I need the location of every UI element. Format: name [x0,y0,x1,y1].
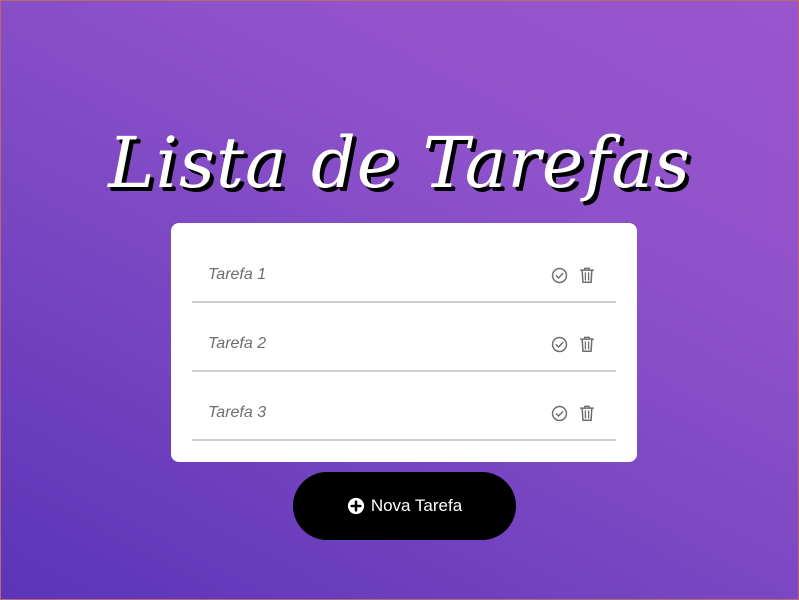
task-item: Tarefa 1 [192,235,616,303]
task-list-card: Tarefa 1 Tarefa 2 Tarefa 3 [171,223,637,462]
task-actions [550,266,596,284]
new-task-label: Nova Tarefa [370,496,463,515]
task-label: Tarefa 3 [208,404,267,421]
task-actions [550,404,596,422]
new-task-button[interactable]: Nova Tarefa [293,472,516,540]
check-circle-icon[interactable] [550,266,568,284]
trash-icon[interactable] [578,335,596,353]
check-circle-icon[interactable] [550,404,568,422]
task-item: Tarefa 3 [192,373,616,441]
check-circle-icon[interactable] [550,335,568,353]
task-label: Tarefa 1 [208,266,267,283]
task-item: Tarefa 2 [192,304,616,372]
task-label: Tarefa 2 [208,335,267,352]
task-actions [550,335,596,353]
trash-icon[interactable] [578,404,596,422]
page-title: Lista de Tarefas [108,122,691,204]
plus-circle-icon [347,497,365,515]
trash-icon[interactable] [578,266,596,284]
